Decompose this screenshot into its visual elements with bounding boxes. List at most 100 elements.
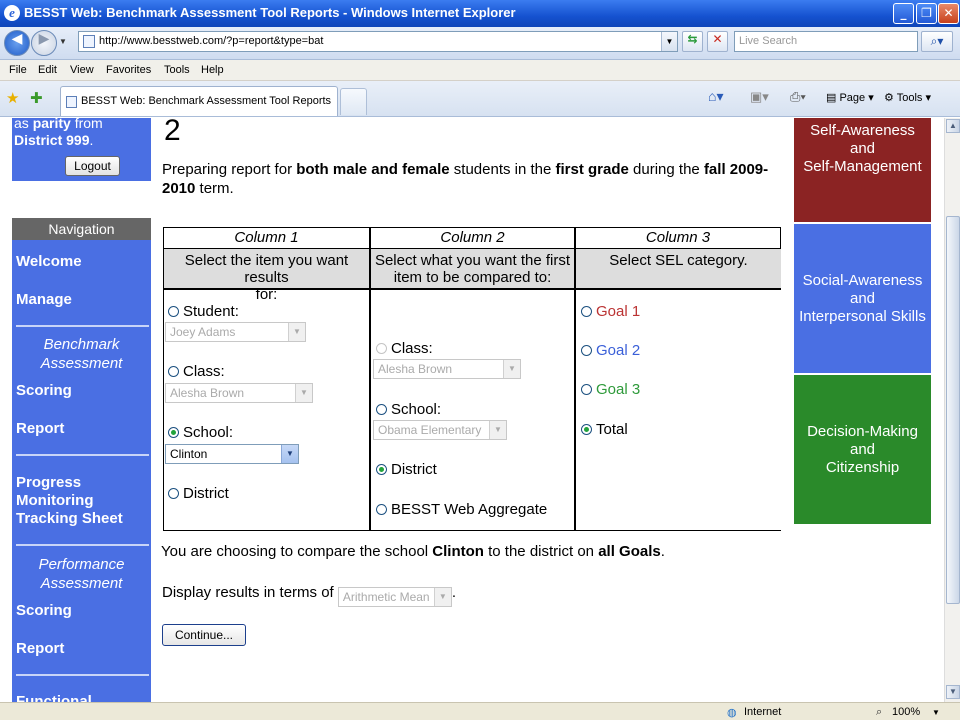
col3-goal3-radio[interactable]	[581, 384, 592, 395]
add-favorite-icon[interactable]: ✚	[30, 89, 43, 107]
page-menu[interactable]: ▤ Page ▾	[826, 91, 874, 104]
left-sidebar: as parity from District 999. Logout Navi…	[0, 118, 160, 702]
zoom-dropdown-icon[interactable]: ▼	[932, 708, 940, 717]
nav-benchmark-report[interactable]: Report	[16, 420, 64, 438]
column-2-instructions-line2: item to be compared to:	[393, 269, 552, 286]
home-icon[interactable]: ⌂▾	[708, 88, 723, 105]
history-dropdown-icon[interactable]: ▼	[59, 37, 67, 46]
feeds-icon[interactable]: ▣▾	[750, 89, 769, 105]
col3-goal1-option[interactable]: Goal 1	[581, 303, 640, 320]
scroll-up-icon[interactable]: ▲	[946, 119, 960, 133]
address-dropdown-icon[interactable]: ▼	[661, 32, 677, 51]
tab-besst-reports[interactable]: BESST Web: Benchmark Assessment Tool Rep…	[60, 86, 338, 116]
col2-school-radio[interactable]	[376, 404, 387, 415]
district-suffix: .	[89, 132, 94, 148]
category-decision-making[interactable]: Decision-Making and Citizenship	[794, 375, 931, 524]
category-social-awareness[interactable]: Social-Awareness and Interpersonal Skill…	[794, 224, 931, 373]
address-url: http://www.besstweb.com/?p=report&type=b…	[99, 35, 324, 47]
nav-welcome[interactable]: Welcome	[16, 253, 82, 271]
col1-student-option[interactable]: Student:	[168, 303, 239, 320]
col2-school-label: School:	[391, 401, 442, 418]
col3-total-option[interactable]: Total	[581, 421, 628, 438]
nav-manage[interactable]: Manage	[16, 291, 72, 309]
print-icon[interactable]: ⎙▾	[790, 89, 806, 105]
col2-school-select[interactable]: Obama Elementary ▼	[373, 420, 507, 440]
minimize-button[interactable]: _	[893, 3, 914, 24]
menu-tools[interactable]: Tools	[164, 64, 190, 76]
category-2-line1: Social-Awareness	[802, 272, 923, 289]
col2-class-option[interactable]: Class:	[376, 340, 433, 357]
window-title: BESST Web: Benchmark Assessment Tool Rep…	[24, 5, 516, 20]
close-button[interactable]: ✕	[938, 3, 959, 24]
nav-performance-scoring[interactable]: Scoring	[16, 602, 72, 620]
scroll-thumb[interactable]	[946, 216, 960, 604]
col3-goal2-radio[interactable]	[581, 345, 592, 356]
col2-district-option[interactable]: District	[376, 461, 437, 478]
nav-section-performance-line1: Performance	[38, 556, 125, 573]
column-1-instructions: Select the item you want results for:	[164, 249, 369, 303]
continue-button[interactable]: Continue...	[162, 624, 246, 646]
status-zoom[interactable]: 100%	[892, 706, 920, 718]
scroll-down-icon[interactable]: ▼	[946, 685, 960, 699]
col3-goal2-option[interactable]: Goal 2	[581, 342, 640, 359]
col1-school-label: School:	[183, 424, 234, 441]
nav-progress-monitoring[interactable]: Progress Monitoring Tracking Sheet	[16, 474, 123, 528]
logout-button[interactable]: Logout	[65, 156, 120, 176]
stop-button[interactable]: ✕	[707, 31, 728, 52]
search-button[interactable]: ⌕▾	[921, 31, 953, 52]
user-name: parity	[32, 118, 71, 131]
chevron-down-icon: ▼	[503, 360, 520, 378]
display-metric-select[interactable]: Arithmetic Mean ▼	[337, 587, 452, 607]
col2-school-option[interactable]: School:	[376, 401, 441, 418]
menu-help[interactable]: Help	[201, 64, 224, 76]
chevron-down-icon: ▼	[433, 588, 451, 606]
col1-school-select[interactable]: Clinton ▼	[165, 444, 299, 464]
nav-benchmark-scoring[interactable]: Scoring	[16, 382, 72, 400]
category-1-line3: Self-Management	[803, 158, 922, 175]
tools-menu[interactable]: ⚙ Tools ▾	[884, 91, 931, 104]
menu-file[interactable]: File	[9, 64, 27, 76]
col1-class-select[interactable]: Alesha Brown ▼	[165, 383, 313, 403]
col2-aggregate-option[interactable]: BESST Web Aggregate	[376, 501, 547, 518]
refresh-button[interactable]: ⇆	[682, 31, 703, 52]
column-3-instructions-line1: Select SEL category.	[609, 252, 748, 269]
col1-student-radio[interactable]	[168, 306, 179, 317]
menu-view[interactable]: View	[70, 64, 94, 76]
category-self-awareness[interactable]: Self-Awareness and Self-Management	[794, 118, 931, 222]
col2-class-select[interactable]: Alesha Brown ▼	[373, 359, 521, 379]
search-input[interactable]: Live Search	[734, 31, 918, 52]
vertical-scrollbar[interactable]: ▲ ▼	[944, 118, 960, 702]
nav-functional[interactable]: Functional	[16, 693, 92, 702]
col1-class-radio[interactable]	[168, 366, 179, 377]
col2-class-radio[interactable]	[376, 343, 387, 354]
col1-district-option[interactable]: District	[168, 485, 229, 502]
menu-favorites[interactable]: Favorites	[106, 64, 151, 76]
col3-total-radio[interactable]	[581, 424, 592, 435]
col1-school-radio[interactable]	[168, 427, 179, 438]
col2-school-value: Obama Elementary	[378, 423, 482, 437]
zoom-icon[interactable]: ⌕	[876, 706, 882, 719]
favorites-star-icon[interactable]: ★	[6, 89, 19, 107]
back-button[interactable]: ◀	[4, 30, 30, 56]
district-name: District 999	[14, 132, 90, 148]
col3-goal1-radio[interactable]	[581, 306, 592, 317]
col2-aggregate-radio[interactable]	[376, 504, 387, 515]
col1-student-select[interactable]: Joey Adams ▼	[165, 322, 306, 342]
nav-performance-report[interactable]: Report	[16, 640, 64, 658]
menu-edit[interactable]: Edit	[38, 64, 57, 76]
forward-button[interactable]: ▶	[31, 30, 57, 56]
col2-class-label: Class:	[391, 340, 433, 357]
nav-section-performance: Performance Assessment	[12, 555, 151, 593]
col1-district-radio[interactable]	[168, 488, 179, 499]
tab-label: BESST Web: Benchmark Assessment Tool Rep…	[81, 95, 332, 107]
address-field[interactable]: http://www.besstweb.com/?p=report&type=b…	[78, 31, 678, 52]
maximize-button[interactable]: ❐	[916, 3, 937, 24]
column-2-instructions-line1: Select what you want the first	[374, 252, 571, 269]
column-2: Column 2 Select what you want the first …	[370, 227, 575, 531]
menu-bar: File Edit View Favorites Tools Help	[0, 60, 960, 81]
new-tab-button[interactable]	[340, 88, 367, 115]
col2-district-radio[interactable]	[376, 464, 387, 475]
col1-class-option[interactable]: Class:	[168, 363, 225, 380]
col3-goal3-option[interactable]: Goal 3	[581, 381, 640, 398]
col1-school-option[interactable]: School:	[168, 424, 233, 441]
